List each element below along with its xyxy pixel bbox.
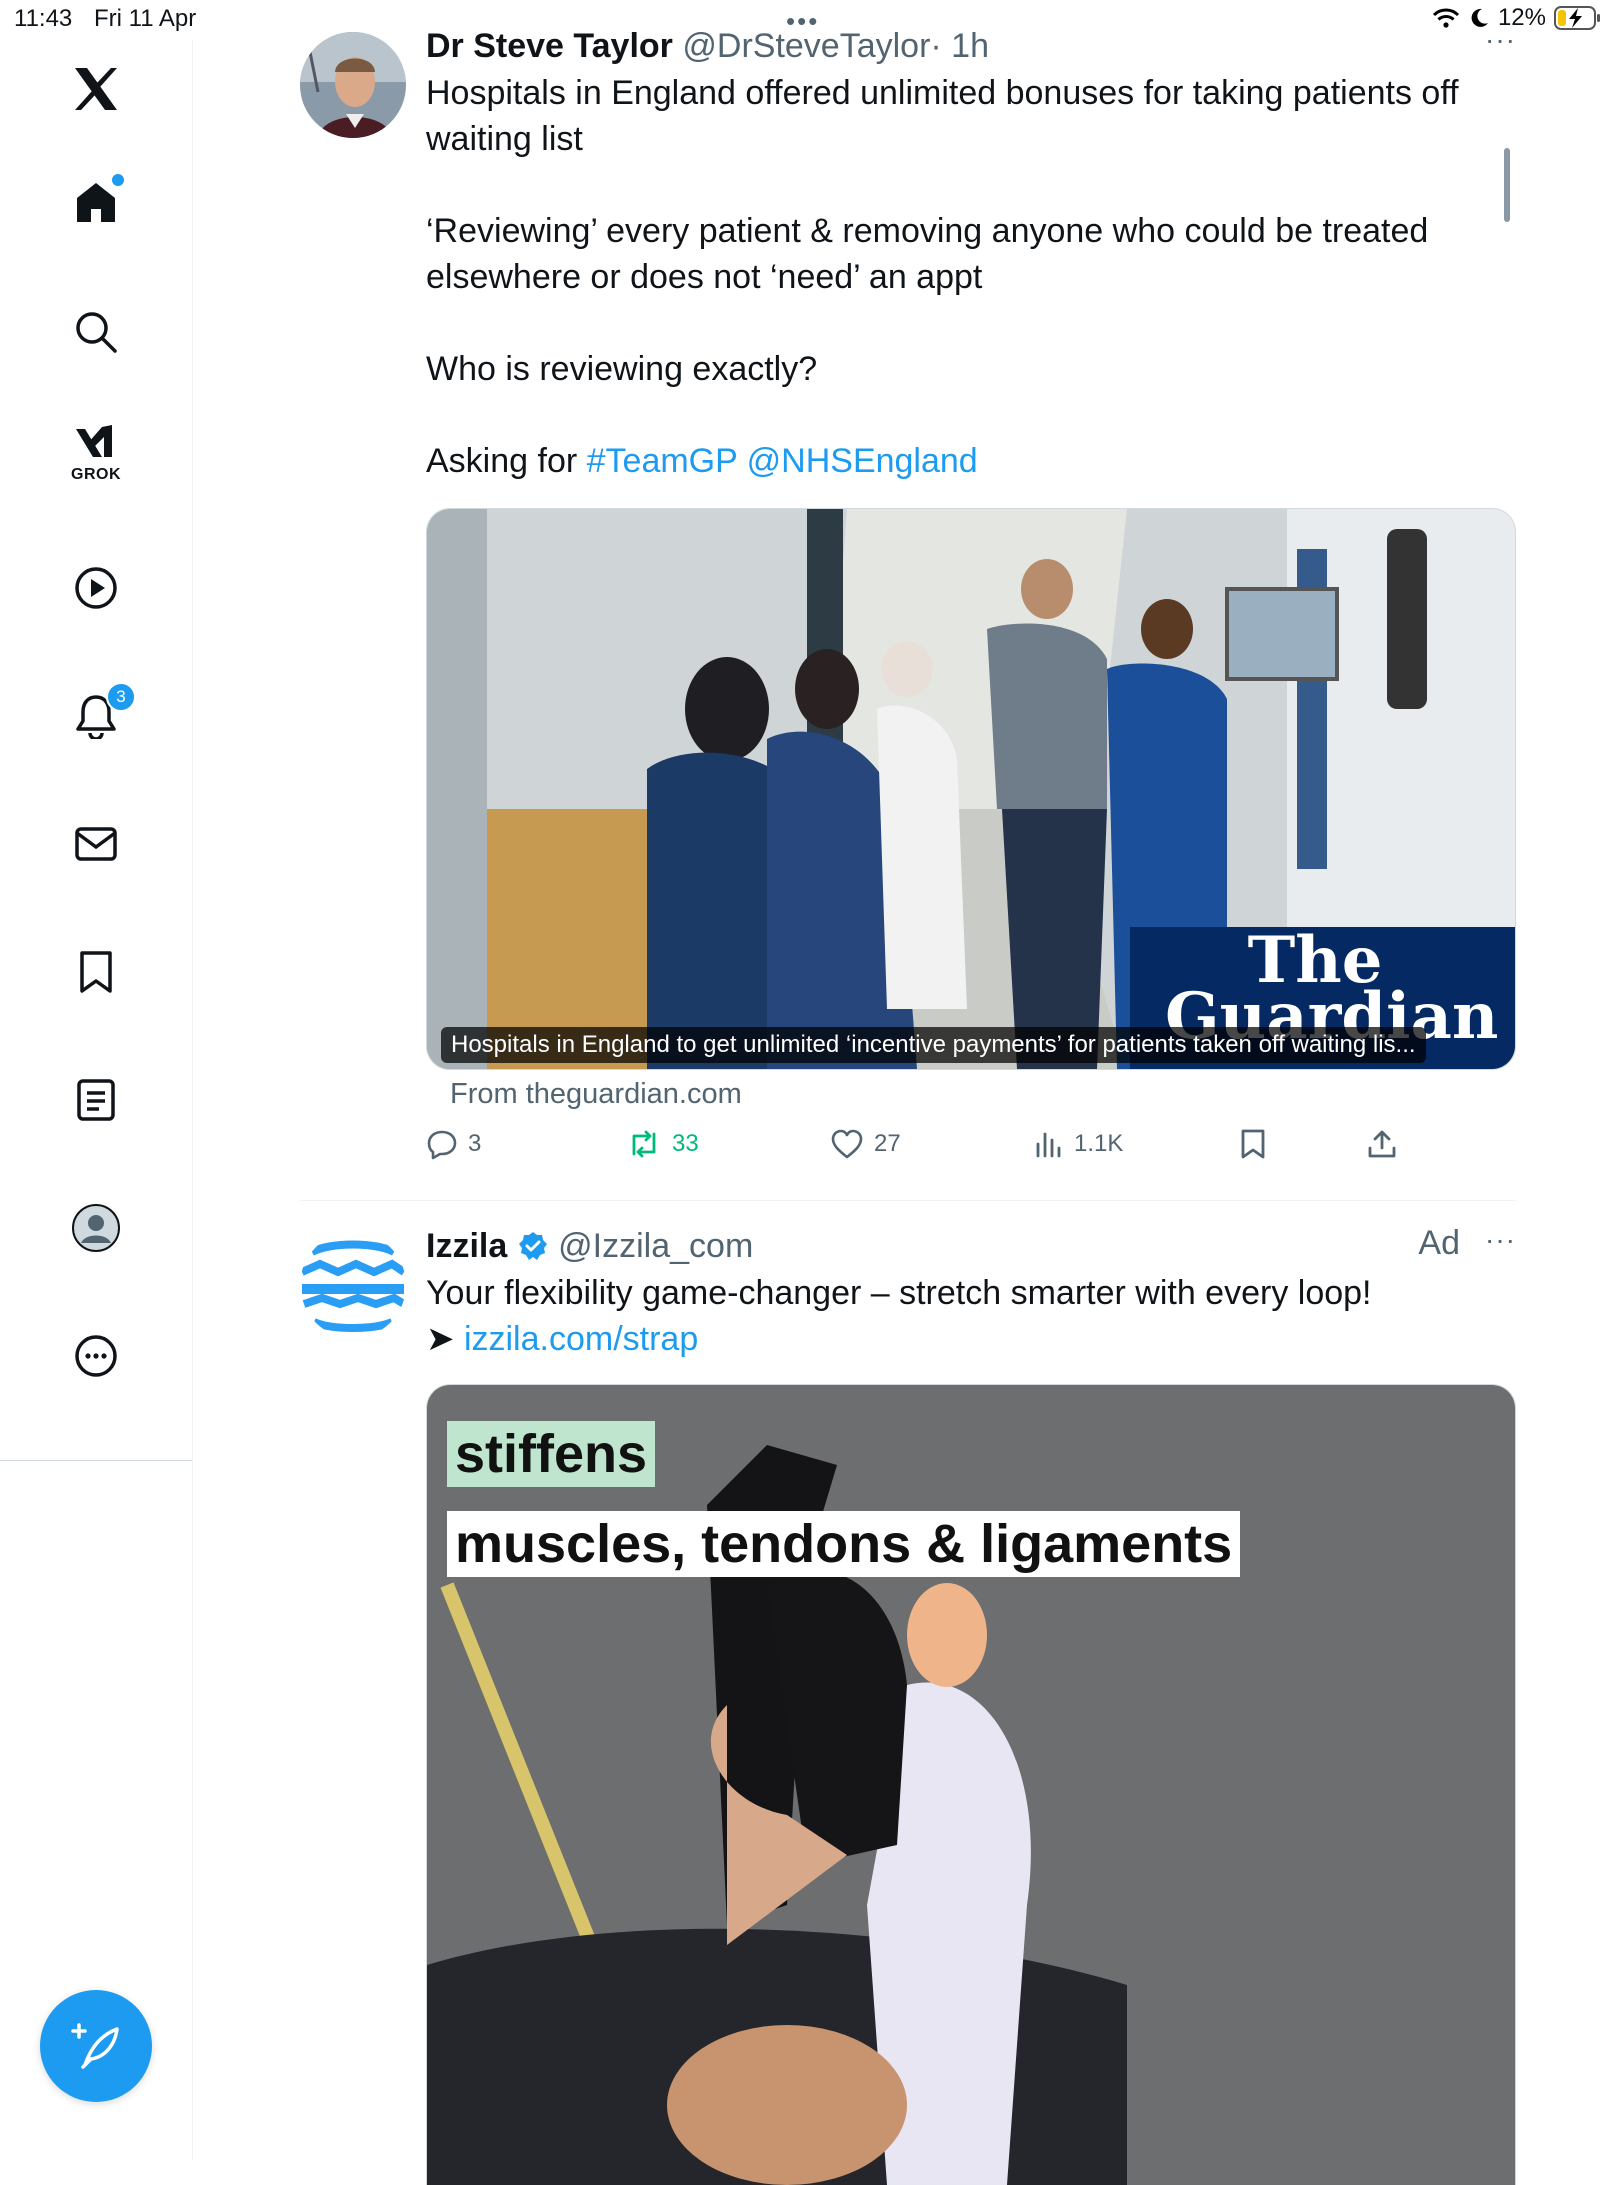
video-overlay-text-2: muscles, tendons & ligaments	[447, 1511, 1241, 1577]
author-handle[interactable]: @DrSteveTaylor	[682, 27, 930, 65]
reply-count: 3	[468, 1130, 482, 1157]
author-photo	[300, 32, 406, 138]
tweet-timestamp[interactable]: · 1h	[930, 27, 989, 65]
sidebar-item-profile[interactable]	[66, 1198, 126, 1258]
home-icon	[77, 183, 115, 222]
list-icon	[77, 1079, 115, 1121]
ad-text: Your flexibility game-changer – stretch …	[426, 1274, 1372, 1312]
ad-link-line: ➤ izzila.com/strap	[426, 1316, 1516, 1362]
bookmark-button[interactable]	[1238, 1128, 1268, 1160]
heart-icon	[831, 1129, 863, 1159]
retweet-icon	[632, 1130, 656, 1158]
link-card-source[interactable]: From theguardian.com	[450, 1078, 742, 1111]
sidebar-item-home[interactable]	[66, 172, 126, 232]
retweet-count: 33	[672, 1130, 699, 1157]
sidebar-item-video[interactable]	[66, 558, 126, 618]
share-button[interactable]	[1366, 1128, 1398, 1160]
views-button[interactable]: 1.1K	[1034, 1128, 1123, 1160]
grok-icon	[76, 425, 112, 457]
advertiser-name[interactable]: Izzila	[426, 1227, 507, 1265]
more-circle-icon	[75, 1335, 117, 1377]
sidebar-item-explore[interactable]	[66, 302, 126, 362]
izzila-logo-icon	[300, 1232, 406, 1338]
sidebar-item-bookmarks[interactable]	[66, 942, 126, 1002]
tweet-header: Izzila @Izzila_com	[426, 1224, 1516, 1268]
sidebar-item-notifications[interactable]: 3	[66, 682, 136, 746]
reply-icon	[427, 1130, 457, 1160]
tweet-more-button[interactable]: ···	[1485, 24, 1516, 56]
verified-badge-icon	[518, 1232, 547, 1260]
scrollbar[interactable]	[1504, 148, 1510, 222]
ad-video[interactable]: stiffens muscles, tendons & ligaments	[426, 1384, 1516, 2185]
ad-link[interactable]: izzila.com/strap	[464, 1320, 698, 1358]
battery-charging-icon	[1554, 6, 1600, 30]
compose-icon	[71, 2023, 119, 2069]
bookmark-icon	[1241, 1129, 1265, 1159]
author-avatar[interactable]	[300, 32, 406, 138]
sidebar-item-lists[interactable]	[66, 1070, 126, 1130]
asking-prefix: Asking for	[426, 442, 587, 480]
mail-icon	[75, 827, 117, 861]
retweet-button[interactable]: 33	[626, 1128, 699, 1160]
tweet-text-line-2: ‘Reviewing’ every patient & removing any…	[426, 212, 1438, 296]
sidebar-divider	[0, 1460, 192, 1461]
home-unread-dot	[112, 174, 124, 186]
tweet-actions: 3 33 27 1.1K	[426, 1128, 1516, 1176]
play-icon	[75, 567, 117, 609]
grok-label: GROK	[71, 466, 121, 483]
tweet-text-line-1: Hospitals in England offered unlimited b…	[426, 74, 1469, 158]
status-date: Fri 11 Apr	[94, 5, 197, 32]
author-name[interactable]: Dr Steve Taylor	[426, 27, 673, 65]
tweet-body: Izzila @Izzila_com Ad ··· Your flexibili…	[426, 1224, 1516, 1362]
share-icon	[1368, 1130, 1396, 1158]
sidebar-item-more[interactable]	[66, 1326, 126, 1386]
views-count: 1.1K	[1074, 1130, 1124, 1157]
arrow-icon: ➤	[426, 1320, 455, 1358]
tweet-more-button[interactable]: ···	[1485, 1224, 1516, 1256]
tweet-divider	[300, 1200, 1516, 1201]
link-card-image[interactable]: The Guardian Hospitals in England to get…	[426, 508, 1516, 1070]
compose-button[interactable]	[40, 1990, 152, 2102]
link-card-caption: Hospitals in England to get unlimited ‘i…	[441, 1027, 1426, 1063]
sidebar-item-messages[interactable]	[66, 814, 126, 874]
avatar-icon	[72, 1204, 120, 1252]
sidebar-nav: GROK 3	[0, 40, 193, 2160]
like-count: 27	[874, 1130, 901, 1157]
advertiser-avatar[interactable]	[300, 1232, 406, 1338]
ad-label: Ad	[1418, 1224, 1460, 1262]
hashtag-link[interactable]: #TeamGP	[587, 442, 738, 480]
status-time: 11:43	[14, 5, 73, 32]
search-icon	[76, 312, 117, 353]
x-logo-icon	[75, 68, 117, 110]
stretch-video-frame	[427, 1385, 1515, 2185]
views-icon	[1036, 1132, 1061, 1158]
reply-button[interactable]: 3	[426, 1128, 481, 1160]
notifications-badge: 3	[106, 682, 136, 712]
bookmark-icon	[80, 951, 112, 993]
tweet-text-line-3: Who is reviewing exactly?	[426, 350, 818, 388]
tweet-header: Dr Steve Taylor @DrSteveTaylor· 1h	[426, 24, 1516, 68]
tweet-text-line-4: Asking for #TeamGP @NHSEngland	[426, 438, 1516, 484]
mention-link[interactable]: @NHSEngland	[747, 442, 978, 480]
tweet-body: Dr Steve Taylor @DrSteveTaylor· 1h ··· H…	[426, 24, 1516, 484]
video-overlay-text-1: stiffens	[447, 1421, 656, 1487]
advertiser-handle[interactable]: @Izzila_com	[558, 1227, 753, 1265]
sidebar-item-grok[interactable]: GROK	[66, 422, 126, 483]
like-button[interactable]: 27	[830, 1128, 901, 1160]
sidebar-item-logo[interactable]	[66, 59, 126, 119]
